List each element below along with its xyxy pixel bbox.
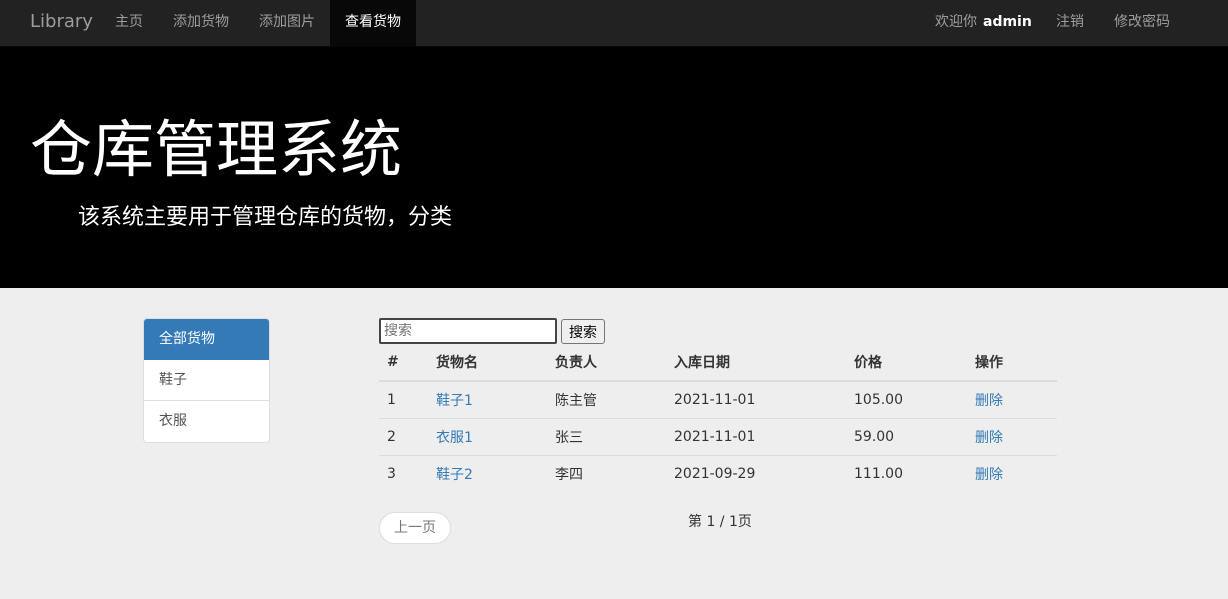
cell-name: 衣服1 <box>428 417 547 455</box>
welcome-label: 欢迎你 <box>935 14 977 30</box>
category-list: 全部货物 鞋子 衣服 <box>143 318 270 443</box>
nav-view-goods[interactable]: 查看货物 <box>330 0 416 47</box>
page-subtitle: 该系统主要用于管理仓库的货物，分类 <box>78 205 453 230</box>
category-shoes[interactable]: 鞋子 <box>144 360 269 401</box>
cell-date: 2021-11-01 <box>666 417 846 455</box>
goods-name-link[interactable]: 衣服1 <box>436 430 473 446</box>
delete-link[interactable]: 删除 <box>975 393 1003 409</box>
nav-add-image[interactable]: 添加图片 <box>259 0 315 47</box>
cell-index: 1 <box>387 391 396 408</box>
top-navbar: Library 主页 添加货物 添加图片 查看货物 欢迎你 admin 注销 修改… <box>0 0 1228 47</box>
delete-link[interactable]: 删除 <box>975 430 1003 446</box>
category-all[interactable]: 全部货物 <box>144 319 269 360</box>
cell-index: 2 <box>379 417 428 455</box>
cell-index: 3 <box>379 454 428 492</box>
table-header-row: # 货物名 负责人 入库日期 价格 操作 <box>379 344 1057 382</box>
header-name: 货物名 <box>428 344 547 382</box>
cell-name: 鞋子2 <box>428 454 547 492</box>
previous-page-button[interactable]: 上一页 <box>379 512 451 544</box>
change-password-link[interactable]: 修改密码 <box>1114 0 1170 47</box>
cell-price: 59.00 <box>846 417 967 455</box>
table-row: 2 衣服1 张三 2021-11-01 59.00 删除 <box>379 417 1057 455</box>
header-owner: 负责人 <box>547 344 666 382</box>
delete-link[interactable]: 删除 <box>975 467 1003 483</box>
goods-name-link[interactable]: 鞋子2 <box>436 467 473 483</box>
cell-date: 2021-09-29 <box>666 454 846 492</box>
search-button[interactable]: 搜索 <box>561 319 605 344</box>
header-index: # <box>379 344 428 382</box>
goods-table-container: # 货物名 负责人 入库日期 价格 操作 1 鞋子1 陈主管 2021-11-0… <box>379 344 1057 492</box>
nav-home[interactable]: 主页 <box>115 0 143 47</box>
cell-owner: 张三 <box>547 417 666 455</box>
username: admin <box>983 14 1032 30</box>
cell-price: 111.00 <box>846 454 967 492</box>
cell-owner: 陈主管 <box>555 392 597 409</box>
page-info: 第 1 / 1页 <box>688 514 752 530</box>
table-row: 3 鞋子2 李四 2021-09-29 111.00 删除 <box>379 454 1057 492</box>
logout-link[interactable]: 注销 <box>1056 0 1084 47</box>
page-title: 仓库管理系统 <box>30 113 403 186</box>
cell-name: 鞋子1 <box>428 381 547 418</box>
cell-action: 删除 <box>967 454 1057 492</box>
table-row: 1 鞋子1 陈主管 2021-11-01 105.00 删除 <box>379 381 1057 418</box>
goods-name-link[interactable]: 鞋子1 <box>436 393 473 409</box>
cell-owner: 李四 <box>547 454 666 492</box>
header-action: 操作 <box>967 344 1057 382</box>
category-clothes[interactable]: 衣服 <box>144 401 269 442</box>
cell-action: 删除 <box>967 417 1057 455</box>
cell-price: 105.00 <box>854 391 903 408</box>
search-input[interactable] <box>379 318 557 344</box>
header-date: 入库日期 <box>666 344 846 382</box>
hero-banner: 仓库管理系统 该系统主要用于管理仓库的货物，分类 <box>0 47 1228 288</box>
brand-link[interactable]: Library <box>30 0 93 47</box>
nav-add-goods[interactable]: 添加货物 <box>173 0 229 47</box>
cell-action: 删除 <box>967 381 1057 418</box>
header-price: 价格 <box>846 344 967 382</box>
goods-table: # 货物名 负责人 入库日期 价格 操作 1 鞋子1 陈主管 2021-11-0… <box>379 344 1057 492</box>
cell-date: 2021-11-01 <box>674 391 756 408</box>
welcome-text: 欢迎你 admin <box>935 0 1032 47</box>
